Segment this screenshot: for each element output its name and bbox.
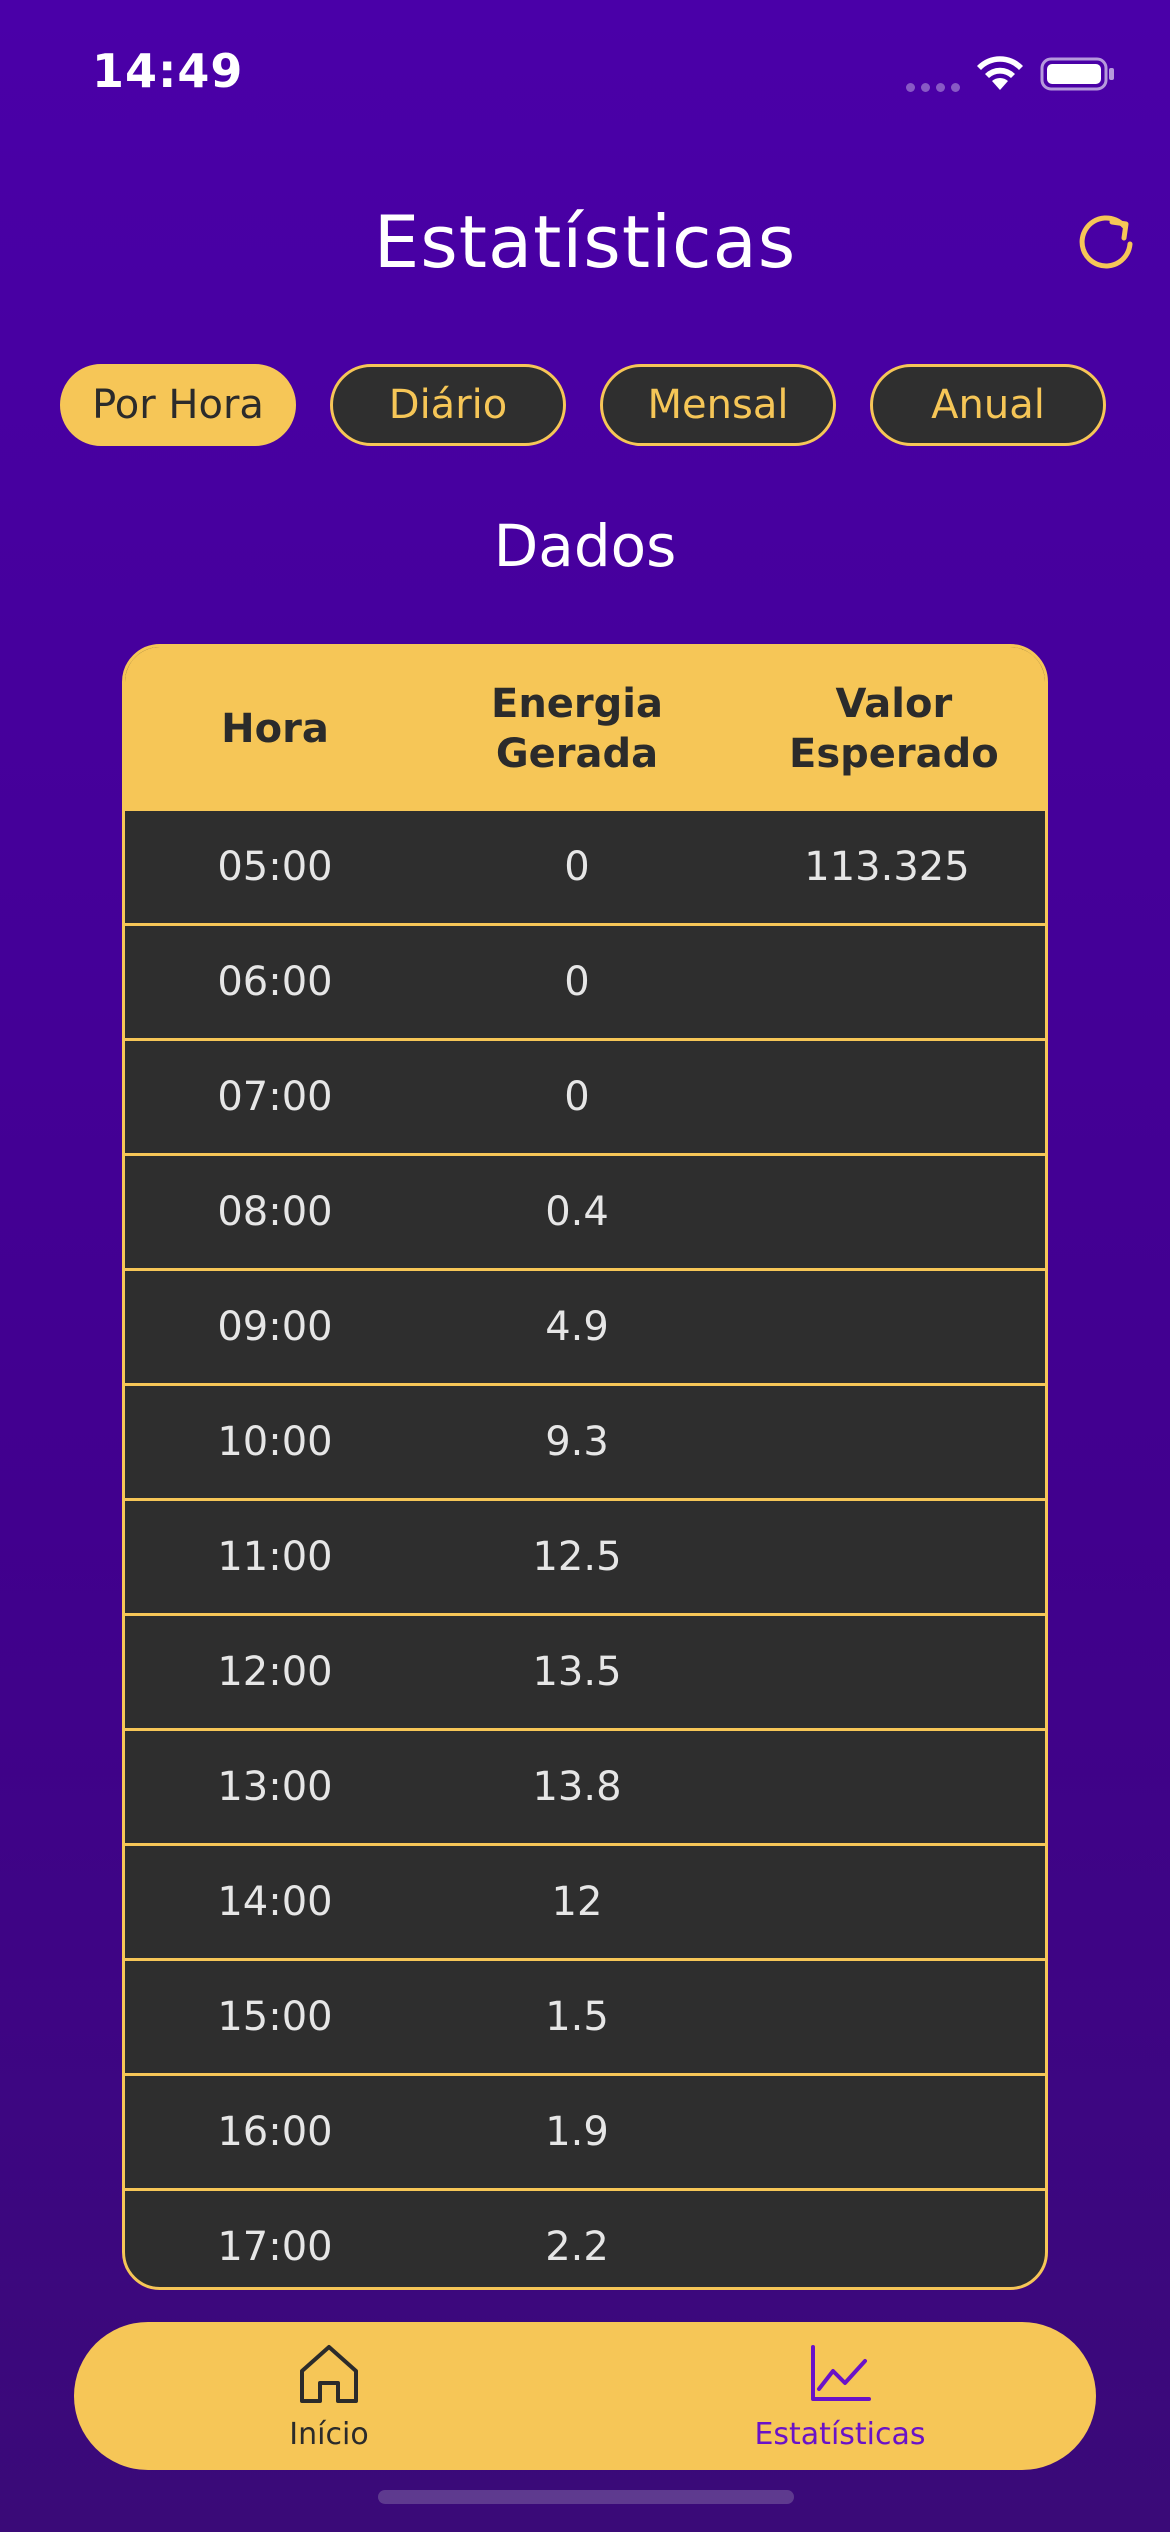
cell-hora: 05:00: [217, 844, 333, 890]
cell-energia-gerada: 0: [564, 1074, 590, 1120]
nav-item-inicio[interactable]: Início: [179, 2322, 479, 2470]
table-row: 09:00 4.9: [125, 1271, 1045, 1386]
table-row: 06:00 0: [125, 926, 1045, 1041]
table-row: 12:00 13.5: [125, 1616, 1045, 1731]
column-header-energia-gerada: Energia Gerada: [491, 681, 663, 777]
home-icon: [300, 2344, 358, 2403]
table-row: 16:00 1.9: [125, 2076, 1045, 2191]
chart-line-icon: [811, 2344, 871, 2401]
nav-label-estatisticas: Estatísticas: [754, 2416, 926, 2452]
wifi-icon: [977, 56, 1023, 90]
period-tabs: Por Hora Diário Mensal Anual: [60, 364, 1110, 450]
tab-anual[interactable]: Anual: [870, 364, 1106, 446]
cell-energia-gerada: 2.2: [545, 2224, 609, 2270]
cell-energia-gerada: 13.8: [532, 1764, 622, 1810]
cell-hora: 07:00: [217, 1074, 333, 1120]
table-row: 11:00 12.5: [125, 1501, 1045, 1616]
cell-energia-gerada: 0.4: [545, 1189, 609, 1235]
bottom-navigation: Início Estatísticas: [74, 2322, 1096, 2470]
status-bar: 14:49: [0, 0, 1170, 150]
cell-hora: 09:00: [217, 1304, 333, 1350]
cell-hora: 08:00: [217, 1189, 333, 1235]
table-row: 10:00 9.3: [125, 1386, 1045, 1501]
refresh-icon[interactable]: [1074, 210, 1138, 274]
cell-energia-gerada: 0: [564, 844, 590, 890]
battery-icon: [1040, 57, 1114, 91]
cell-hora: 10:00: [217, 1419, 333, 1465]
column-header-valor-esperado: Valor Esperado: [789, 681, 999, 777]
nav-item-estatisticas[interactable]: Estatísticas: [690, 2322, 990, 2470]
cell-energia-gerada: 9.3: [545, 1419, 609, 1465]
cell-hora: 11:00: [217, 1534, 333, 1580]
cell-hora: 16:00: [217, 2109, 333, 2155]
table-row: 17:00 2.2: [125, 2191, 1045, 2287]
home-indicator: [378, 2490, 794, 2504]
table-body: 05:00 0 113.325 06:00 0 07:00 0 08:00 0.4 09:00 4.…: [125, 811, 1045, 2287]
tab-mensal[interactable]: Mensal: [600, 364, 836, 446]
table-row: 15:00 1.5: [125, 1961, 1045, 2076]
cell-energia-gerada: 1.5: [545, 1994, 609, 2040]
cell-energia-gerada: 4.9: [545, 1304, 609, 1350]
cell-hora: 17:00: [217, 2224, 333, 2270]
page-title: Estatísticas: [373, 200, 797, 284]
data-table: Hora Energia Gerada Valor Esperado 05:00…: [122, 644, 1048, 2290]
cell-energia-gerada: 13.5: [532, 1649, 622, 1695]
tab-por-hora[interactable]: Por Hora: [60, 364, 296, 446]
table-row: 05:00 0 113.325: [125, 811, 1045, 926]
cell-energia-gerada: 12: [551, 1879, 603, 1925]
cell-hora: 13:00: [217, 1764, 333, 1810]
cell-energia-gerada: 1.9: [545, 2109, 609, 2155]
table-header: Hora Energia Gerada Valor Esperado: [125, 647, 1045, 811]
table-row: 08:00 0.4: [125, 1156, 1045, 1271]
section-title: Dados: [493, 512, 677, 580]
table-row: 13:00 13.8: [125, 1731, 1045, 1846]
cell-energia-gerada: 0: [564, 959, 590, 1005]
status-time: 14:49: [92, 44, 244, 98]
table-row: 07:00 0: [125, 1041, 1045, 1156]
column-header-hora: Hora: [221, 706, 329, 752]
cell-hora: 06:00: [217, 959, 333, 1005]
cell-valor-esperado: 113.325: [804, 844, 970, 890]
cell-energia-gerada: 12.5: [532, 1534, 622, 1580]
tab-diario[interactable]: Diário: [330, 364, 566, 446]
cell-hora: 12:00: [217, 1649, 333, 1695]
cell-hora: 14:00: [217, 1879, 333, 1925]
cell-hora: 15:00: [217, 1994, 333, 2040]
cellular-signal-icon: [906, 80, 962, 94]
table-row: 14:00 12: [125, 1846, 1045, 1961]
nav-label-inicio: Início: [289, 2416, 369, 2452]
